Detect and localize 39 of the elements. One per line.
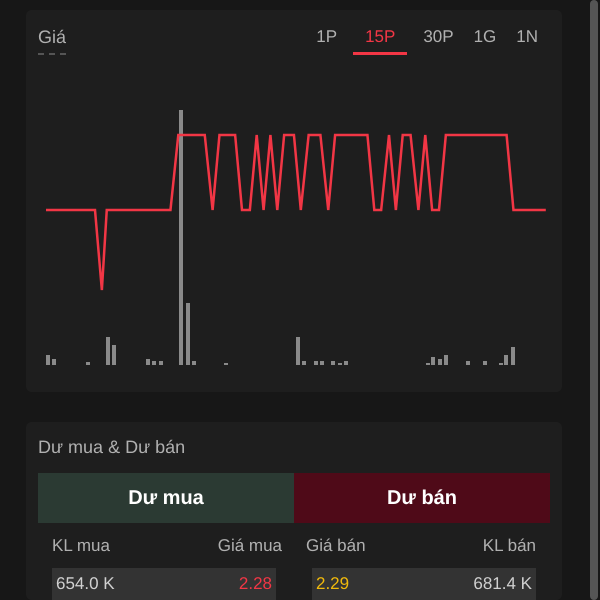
- volume-bar: [86, 362, 90, 365]
- volume-bar: [344, 361, 348, 365]
- timeframe-tab[interactable]: 1N: [512, 24, 542, 54]
- sell-volume: 681.4 K: [473, 573, 532, 596]
- buy-volume: 654.0 K: [56, 573, 115, 596]
- timeframe-tab[interactable]: 15P: [353, 24, 408, 54]
- volume-bar: [466, 361, 470, 365]
- column-header: Giá mua: [216, 534, 283, 556]
- volume-bar: [511, 347, 515, 365]
- buy-price: 2.28: [238, 573, 272, 596]
- volume-bar: [483, 361, 487, 365]
- card-title: Giá: [38, 24, 66, 55]
- column-header: Giá bán: [305, 534, 367, 556]
- volume-bar: [52, 359, 56, 365]
- volume-bar: [46, 355, 50, 365]
- volume-bar: [438, 359, 442, 365]
- volume-bar: [296, 337, 300, 365]
- scrollbar[interactable]: [590, 0, 598, 600]
- timeframe-tab[interactable]: 1G: [470, 24, 500, 54]
- volume-bar: [320, 361, 324, 365]
- timeframe-tab[interactable]: 1P: [312, 24, 342, 54]
- card-title: Dư mua & Dư bán: [38, 436, 186, 458]
- sell-price: 2.29: [316, 573, 350, 596]
- volume-bar: [444, 355, 448, 365]
- buy-header: Dư mua: [38, 472, 294, 522]
- volume-bar: [186, 303, 190, 365]
- column-header: KL bán: [482, 534, 536, 556]
- volume-bar: [152, 361, 156, 365]
- volume-bar: [314, 361, 318, 365]
- volume-bar: [106, 337, 110, 365]
- volume-bar: [159, 361, 163, 365]
- volume-bar: [302, 361, 306, 365]
- volume-bar: [146, 359, 150, 365]
- volume-bar: [192, 361, 196, 365]
- volume-bar: [112, 345, 116, 365]
- timeframe-tab[interactable]: 30P: [419, 24, 458, 54]
- sell-header: Dư bán: [294, 472, 550, 522]
- volume-bar: [331, 361, 335, 365]
- column-header: KL mua: [52, 534, 111, 556]
